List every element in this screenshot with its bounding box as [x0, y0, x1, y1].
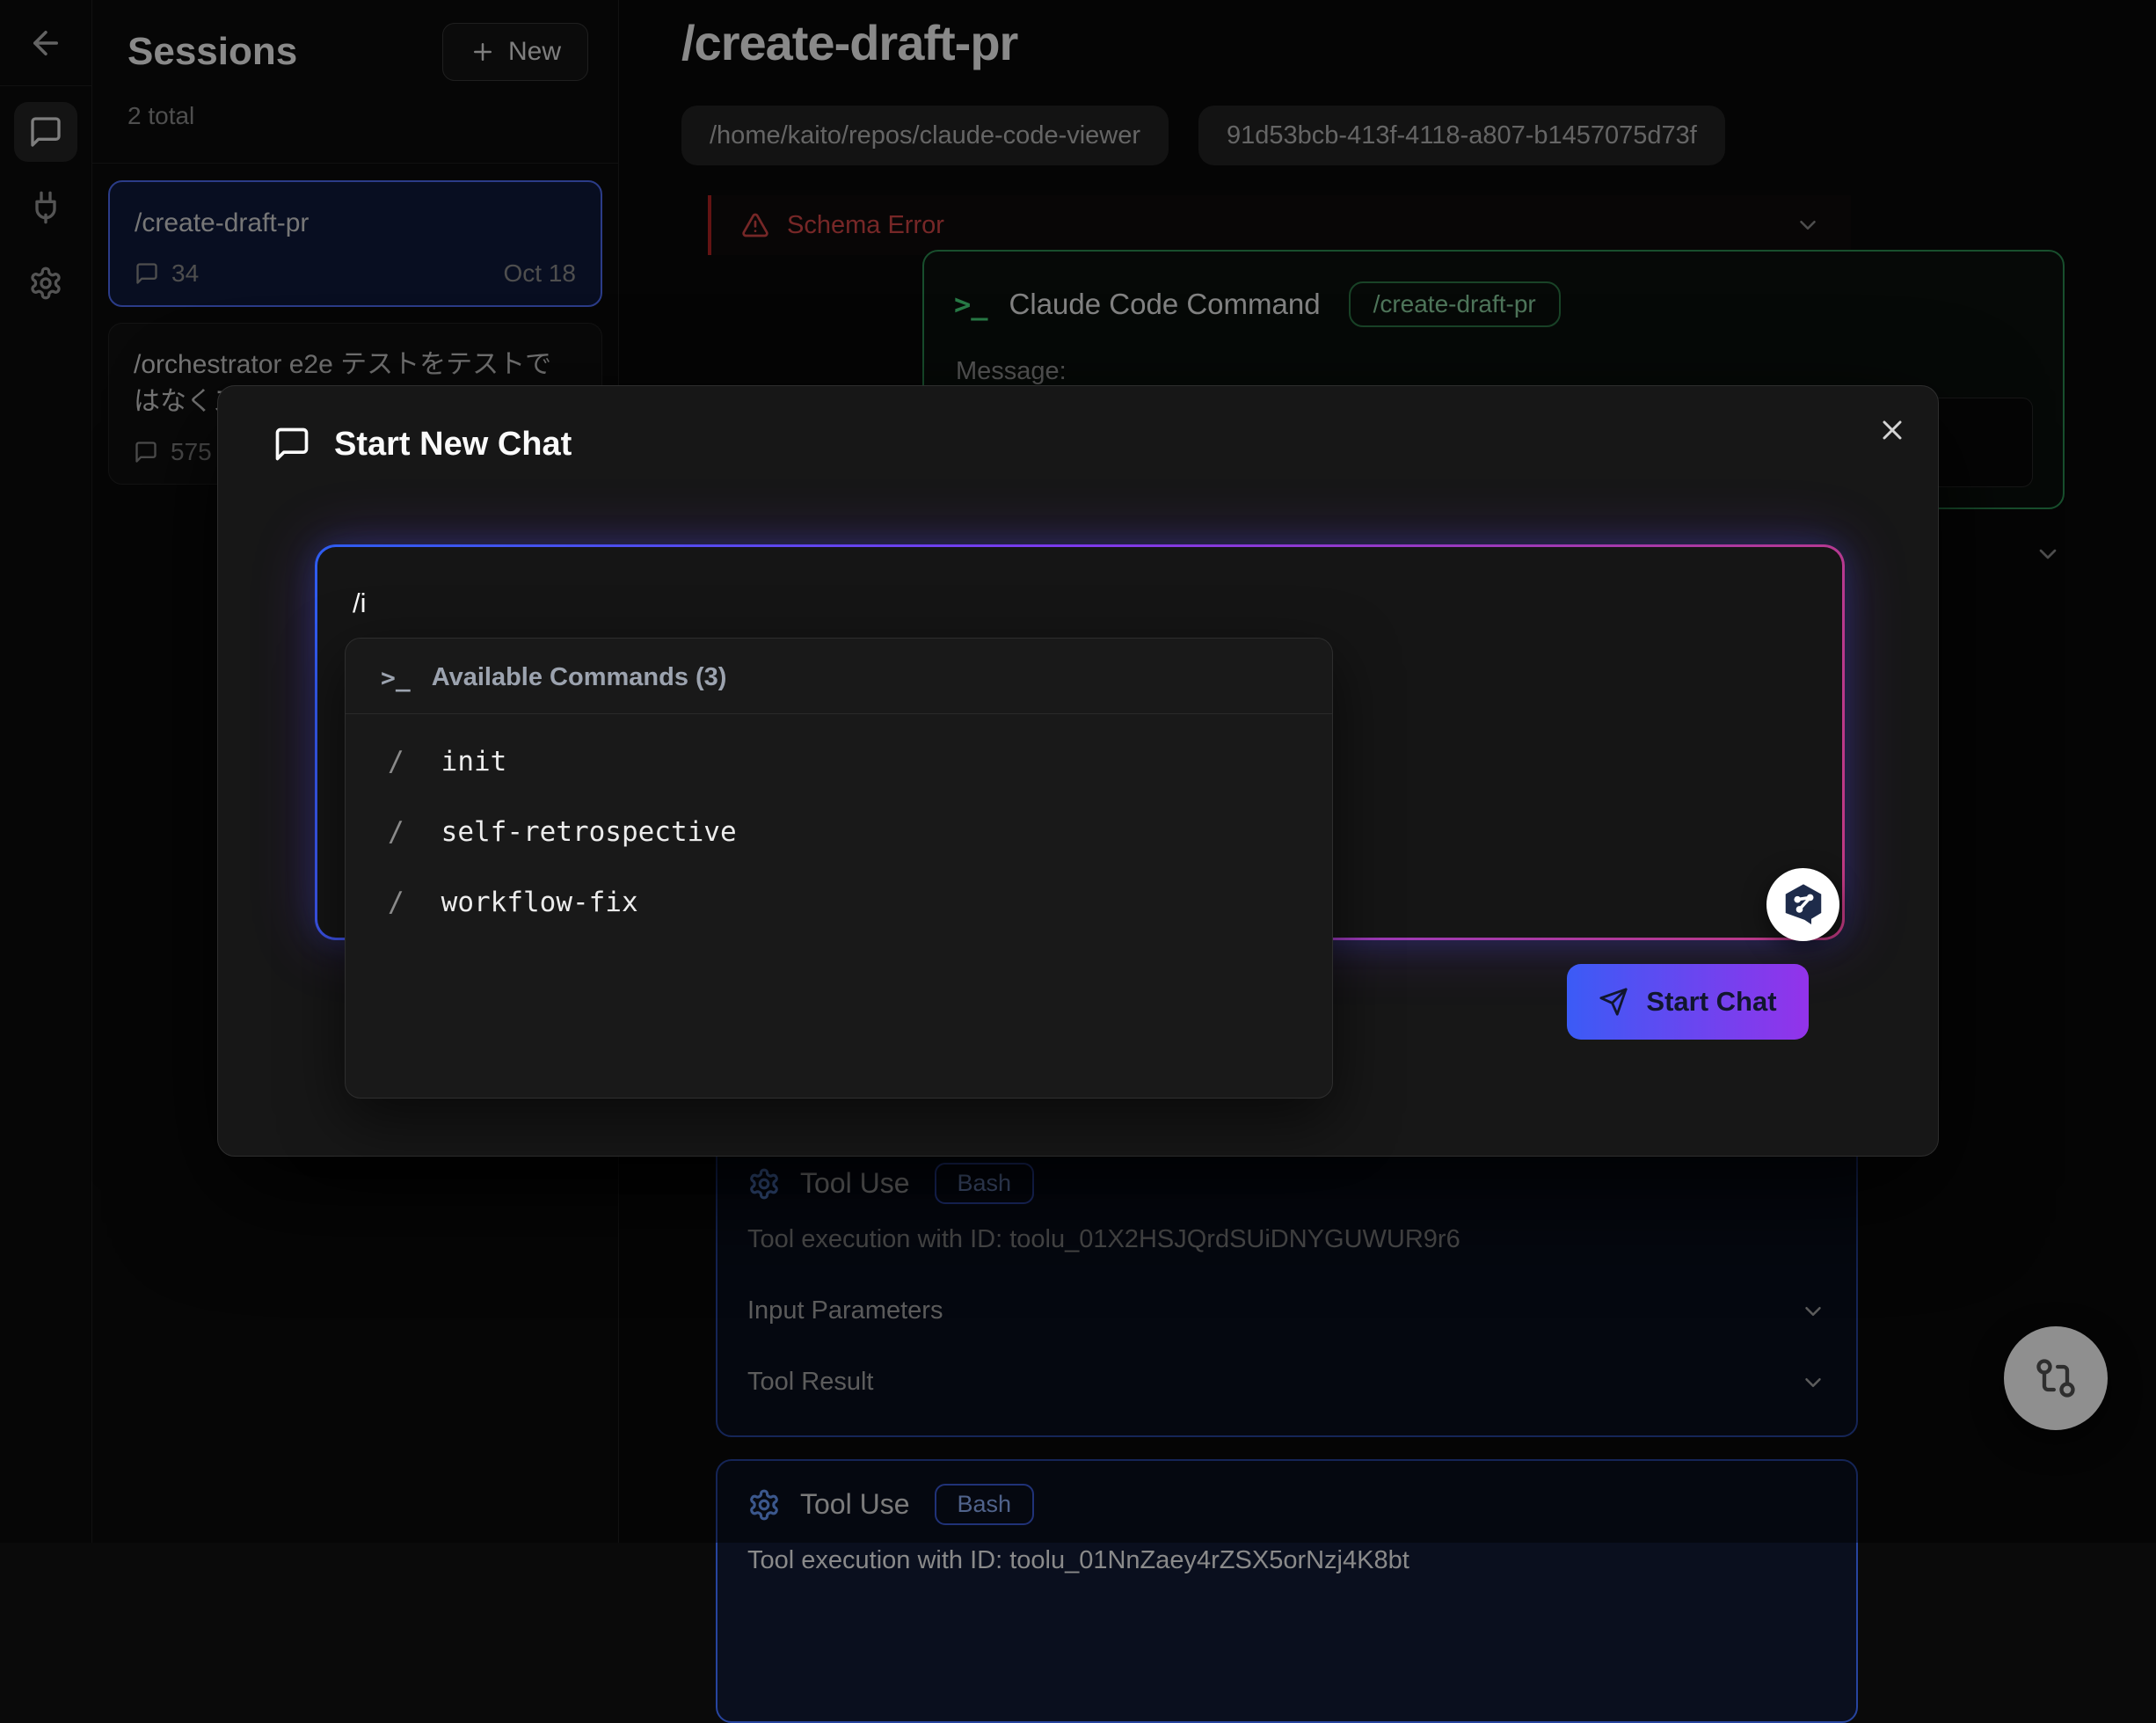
- commands-header-label: Available Commands (3): [432, 663, 727, 692]
- start-chat-button[interactable]: Start Chat: [1567, 964, 1809, 1040]
- command-option-init[interactable]: / init: [346, 726, 1332, 797]
- slash-prefix: /: [388, 746, 404, 778]
- modal-header: Start New Chat: [273, 425, 572, 464]
- modal-title: Start New Chat: [334, 426, 572, 464]
- command-option-workflow-fix[interactable]: / workflow-fix: [346, 867, 1332, 938]
- command-name: workflow-fix: [441, 887, 638, 918]
- git-compare-icon: [2033, 1355, 2079, 1401]
- commands-list: / init / self-retrospective / workflow-f…: [346, 714, 1332, 938]
- chat-bubble-icon: [273, 425, 311, 464]
- git-compare-fab[interactable]: [2004, 1326, 2108, 1430]
- slash-prefix: /: [388, 887, 404, 918]
- command-option-self-retrospective[interactable]: / self-retrospective: [346, 797, 1332, 867]
- start-chat-label: Start Chat: [1646, 986, 1776, 1018]
- command-name: self-retrospective: [441, 816, 737, 848]
- command-name: init: [441, 746, 507, 778]
- slash-prefix: /: [388, 816, 404, 848]
- send-icon: [1599, 987, 1628, 1017]
- terminal-icon: >_: [381, 663, 411, 692]
- start-new-chat-modal: Start New Chat /i >_ Available Commands …: [217, 385, 1939, 1157]
- commands-popup-header: >_ Available Commands (3): [346, 639, 1332, 714]
- app-logo-badge: [1766, 868, 1839, 941]
- available-commands-popup: >_ Available Commands (3) / init / self-…: [345, 638, 1333, 1099]
- hexagon-chat-share-icon: [1780, 881, 1827, 929]
- close-icon[interactable]: [1876, 414, 1908, 446]
